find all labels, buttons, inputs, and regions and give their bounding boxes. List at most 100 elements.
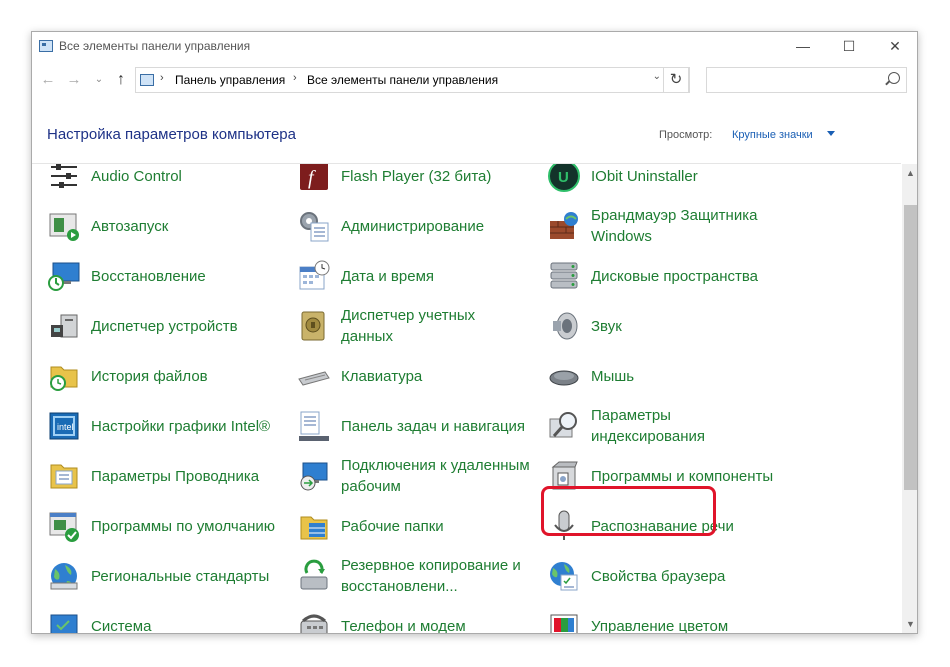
item-label: История файлов [91,367,208,385]
item-label: Flash Player (32 бита) [341,167,492,185]
item-label: Восстановление [91,267,206,285]
intel-graphics-icon: intel [47,409,81,443]
item-label: Параметры Проводника [91,467,260,485]
chevron-down-icon[interactable] [827,131,835,136]
item-label: Программы по умолчанию [91,517,275,535]
item-label: Система [91,617,152,634]
svg-text:intel: intel [57,422,74,432]
item-system[interactable]: Система [47,604,281,633]
scroll-down-icon[interactable]: ▼ [902,615,917,633]
audio-control-icon [47,164,81,193]
administrative-tools-icon [297,209,331,243]
item-label: Диспетчер учетных данных [341,307,476,345]
item-storage-spaces[interactable]: Дисковые пространства [547,254,781,298]
storage-spaces-icon [547,259,581,293]
sound-icon [547,309,581,343]
svg-text:U: U [558,169,569,186]
backup-restore-icon [297,559,331,593]
control-panel-icon [39,40,53,52]
item-credential-manager[interactable]: Диспетчер учетных данных [297,304,531,348]
item-label: Рабочие папки [341,517,444,535]
forward-button[interactable]: → [63,68,85,92]
item-autoplay[interactable]: Автозапуск [47,204,281,248]
item-label: Автозапуск [91,217,169,235]
item-label: Программы и компоненты [591,467,774,485]
highlight-box [541,486,716,536]
close-button[interactable]: ✕ [872,32,917,62]
minimize-icon: — [796,38,810,54]
item-iobit-uninstaller[interactable]: U IObit Uninstaller [547,164,781,198]
item-label: Администрирование [341,217,485,235]
close-icon: ✕ [889,38,901,54]
mouse-icon [547,359,581,393]
back-button[interactable]: ← [37,68,59,92]
item-device-manager[interactable]: Диспетчер устройств [47,304,281,348]
address-dropdown-icon[interactable]: ⌄ [653,71,661,82]
scroll-up-icon[interactable]: ▲ [902,164,917,182]
search-input[interactable] [706,67,907,93]
file-history-icon [47,359,81,393]
device-manager-icon [47,309,81,343]
item-taskbar[interactable]: Панель задач и навигация [297,404,531,448]
navigation-bar: ← → ⌄ ↑ › Панель управления › Все элемен… [32,65,917,97]
vertical-scrollbar[interactable]: ▲ ▼ [902,164,917,633]
item-label: Панель задач и навигация [341,417,526,435]
title-bar[interactable]: Все элементы панели управления — ☐ ✕ [32,32,917,62]
iobit-uninstaller-icon: U [547,164,581,193]
item-label: Настройки графики Intel® [91,417,271,435]
view-mode-dropdown[interactable]: Крупные значки [732,129,813,141]
items-grid: Audio Control f Flash Player (32 бита) U… [32,164,901,633]
item-remote-desktop[interactable]: Подключения к удаленным рабочим [297,454,531,498]
indexing-options-icon [547,409,581,443]
scrollbar-thumb[interactable] [904,205,917,490]
item-mouse[interactable]: Мышь [547,354,781,398]
control-panel-icon [140,74,154,86]
item-label: Дата и время [341,267,435,285]
item-file-history[interactable]: История файлов [47,354,281,398]
breadcrumb-control-panel[interactable]: Панель управления [175,73,285,87]
window-title: Все элементы панели управления [59,39,251,53]
item-backup-restore[interactable]: Резервное копирование и восстановлени... [297,554,531,598]
item-color-management[interactable]: Управление цветом [547,604,781,633]
autoplay-icon [47,209,81,243]
item-keyboard[interactable]: Клавиатура [297,354,531,398]
item-sound[interactable]: Звук [547,304,781,348]
page-title: Настройка параметров компьютера [47,126,296,143]
minimize-button[interactable]: — [780,32,826,62]
item-label: Параметры индексирования [591,407,705,445]
remote-desktop-icon [297,459,331,493]
region-icon [47,559,81,593]
recent-locations-button[interactable]: ⌄ [88,68,110,92]
item-internet-options[interactable]: Свойства браузера [547,554,781,598]
work-folders-icon [297,509,331,543]
item-indexing-options[interactable]: Параметры индексирования [547,404,781,448]
item-label: Региональные стандарты [91,567,270,585]
breadcrumb-separator[interactable]: › [160,72,164,84]
item-label: Дисковые пространства [591,267,759,285]
item-explorer-options[interactable]: Параметры Проводника [47,454,281,498]
item-region[interactable]: Региональные стандарты [47,554,281,598]
item-administrative-tools[interactable]: Администрирование [297,204,531,248]
keyboard-icon [297,359,331,393]
up-button[interactable]: ↑ [110,68,132,92]
firewall-icon [547,209,581,243]
item-audio-control[interactable]: Audio Control [47,164,281,198]
view-label: Просмотр: [659,129,713,141]
item-flash-player[interactable]: f Flash Player (32 бита) [297,164,531,198]
item-firewall[interactable]: Брандмауэр Защитника Windows [547,204,781,248]
taskbar-icon [297,409,331,443]
item-phone-modem[interactable]: Телефон и модем [297,604,531,633]
maximize-button[interactable]: ☐ [826,32,872,62]
item-recovery[interactable]: Восстановление [47,254,281,298]
breadcrumb-separator[interactable]: › [293,72,297,84]
item-label: Телефон и модем [341,617,466,634]
item-date-time[interactable]: Дата и время [297,254,531,298]
breadcrumb-all-items[interactable]: Все элементы панели управления [307,73,498,87]
item-work-folders[interactable]: Рабочие папки [297,504,531,548]
item-label: Audio Control [91,167,182,185]
item-default-programs[interactable]: Программы по умолчанию [47,504,281,548]
refresh-button[interactable]: ↻ [663,67,689,93]
address-bar[interactable]: › Панель управления › Все элементы панел… [135,67,690,93]
item-intel-graphics[interactable]: intel Настройки графики Intel® [47,404,281,448]
recovery-icon [47,259,81,293]
